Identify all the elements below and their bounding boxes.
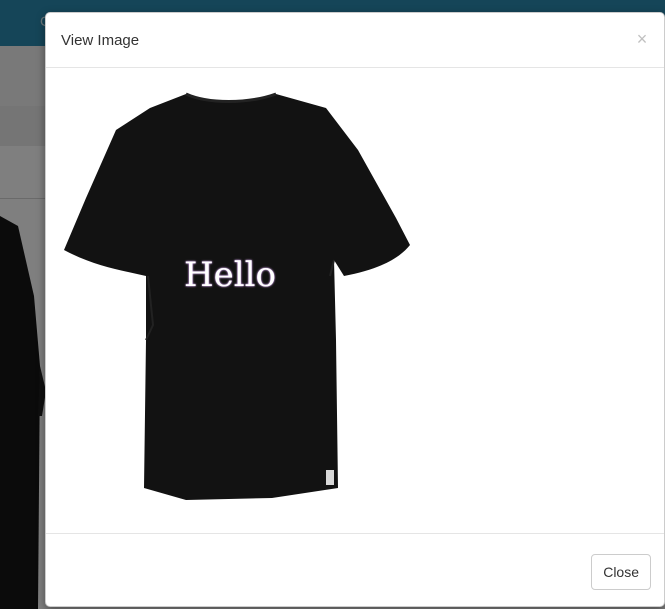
tshirt-image: Hello (58, 90, 418, 510)
tshirt-graphic (64, 92, 410, 500)
modal-title: View Image (61, 32, 140, 49)
view-image-modal: View Image × Hello Close (45, 12, 665, 607)
close-icon[interactable]: × (634, 29, 650, 49)
modal-header: View Image × (46, 13, 664, 68)
modal-footer: Close (46, 533, 664, 606)
tshirt-body (64, 94, 410, 500)
modal-body: Hello (46, 68, 664, 535)
close-button[interactable]: Close (591, 554, 651, 590)
tshirt-print-text: Hello (184, 255, 276, 295)
